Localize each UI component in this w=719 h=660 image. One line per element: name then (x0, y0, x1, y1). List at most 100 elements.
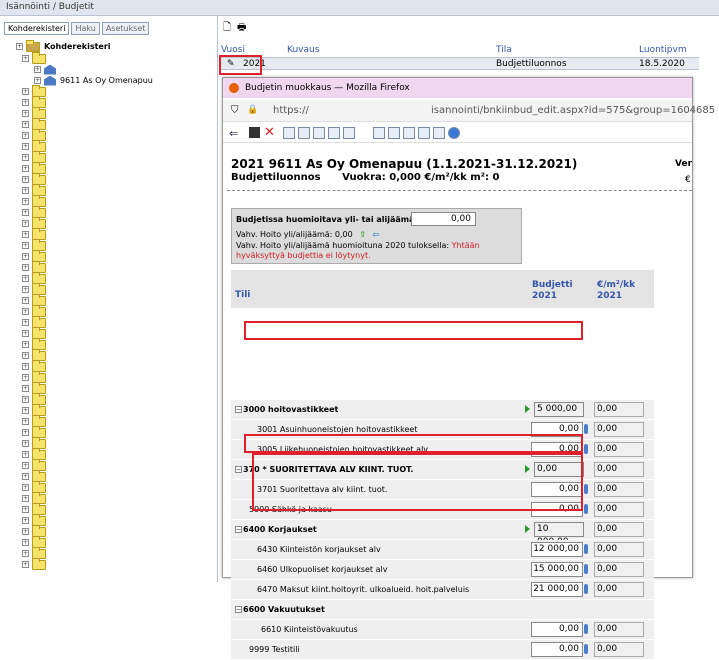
tree-item[interactable]: + (16, 106, 216, 119)
tree-item[interactable]: + (16, 139, 216, 152)
expand-icon[interactable]: + (22, 396, 29, 403)
expand-icon[interactable]: + (22, 209, 29, 216)
save-icon[interactable] (249, 127, 260, 138)
expand-icon[interactable]: + (22, 528, 29, 535)
expand-icon[interactable]: + (22, 319, 29, 326)
tree-item[interactable]: + (16, 480, 216, 493)
expand-icon[interactable]: + (22, 550, 29, 557)
tree-item[interactable]: + (16, 238, 216, 251)
expand-icon[interactable]: + (22, 253, 29, 260)
expand-icon[interactable]: + (34, 66, 41, 73)
col-header-desc[interactable]: Kuvaus (287, 45, 319, 55)
tree-item[interactable]: + (16, 502, 216, 515)
expand-icon[interactable]: + (22, 385, 29, 392)
tree-item[interactable]: + (16, 326, 216, 339)
tree-item[interactable]: + (16, 557, 216, 570)
copy-icon[interactable] (403, 127, 415, 139)
expand-icon[interactable]: + (22, 418, 29, 425)
left-arrow-icon[interactable]: ⇦ (373, 230, 380, 239)
back-arrow-icon[interactable]: ⇐ (229, 127, 238, 140)
expand-icon[interactable]: + (16, 43, 23, 50)
delete-icon[interactable]: ✕ (264, 125, 275, 140)
sort-icon[interactable] (373, 127, 385, 139)
play-arrow-icon[interactable] (525, 525, 530, 533)
tree-item[interactable]: + (16, 271, 216, 284)
collapse-icon[interactable]: − (235, 606, 242, 613)
budget-input[interactable]: 0,00 (531, 622, 583, 637)
tree-item[interactable]: + (16, 370, 216, 383)
expand-icon[interactable]: + (22, 440, 29, 447)
expand-icon[interactable]: + (22, 352, 29, 359)
col-header-created[interactable]: Luontipvm (639, 45, 687, 55)
tab-haku[interactable]: Haku (71, 22, 100, 35)
tree-item[interactable]: + (16, 403, 216, 416)
play-arrow-icon[interactable] (525, 405, 530, 413)
url-bar[interactable]: ⛉ 🔒 https:// isannointi/bnkiinbud_edit.a… (223, 100, 715, 122)
expand-icon[interactable]: + (22, 55, 29, 62)
info-icon[interactable] (448, 127, 460, 139)
expand-icon[interactable]: + (22, 88, 29, 95)
tree-item[interactable]: + (16, 447, 216, 460)
tree-item[interactable]: + (16, 458, 216, 471)
tree-item[interactable]: + (16, 293, 216, 306)
expand-icon[interactable]: + (22, 429, 29, 436)
grid-icon[interactable] (298, 127, 310, 139)
tree-root[interactable]: + Kohderekisteri (16, 39, 216, 53)
tree-item[interactable]: + (16, 216, 216, 229)
database-icon[interactable] (584, 644, 588, 654)
budget-input[interactable]: 12 000,00 (531, 542, 583, 557)
report-icon[interactable] (328, 127, 340, 139)
tree-item[interactable]: + (16, 524, 216, 537)
tree-item[interactable]: + (16, 414, 216, 427)
print-icon[interactable]: 🖶 (237, 20, 246, 37)
expand-icon[interactable]: + (22, 242, 29, 249)
tree-item[interactable]: + (16, 315, 216, 328)
tree-item[interactable]: + (16, 51, 216, 64)
chart-icon[interactable] (313, 127, 325, 139)
expand-icon[interactable]: + (22, 286, 29, 293)
tree-item[interactable]: + (16, 348, 216, 361)
tree-item[interactable]: + (16, 128, 216, 141)
tree-item[interactable]: + (16, 64, 216, 75)
database-icon[interactable] (584, 484, 588, 494)
expand-icon[interactable]: + (22, 407, 29, 414)
expand-icon[interactable]: + (34, 77, 41, 84)
expand-icon[interactable]: + (22, 506, 29, 513)
tree-item[interactable]: + (16, 150, 216, 163)
tree-item[interactable]: + (16, 546, 216, 559)
expand-icon[interactable]: + (22, 495, 29, 502)
expand-icon[interactable]: + (22, 220, 29, 227)
expand-icon[interactable]: + (22, 231, 29, 238)
surplus-input[interactable]: 0,00 (411, 212, 476, 226)
tree-item[interactable]: + (16, 359, 216, 372)
expand-icon[interactable]: + (22, 132, 29, 139)
paste-icon[interactable] (418, 127, 430, 139)
budget-input[interactable]: 21 000,00 (531, 582, 583, 597)
new-document-icon[interactable]: 🗋 (223, 20, 231, 37)
expand-icon[interactable]: + (22, 484, 29, 491)
expand-icon[interactable]: + (22, 330, 29, 337)
tree-item[interactable]: + (16, 282, 216, 295)
tree-item[interactable]: + (16, 260, 216, 273)
tree-item[interactable]: + (16, 337, 216, 350)
tree-item[interactable]: + (16, 205, 216, 218)
expand-icon[interactable]: + (22, 110, 29, 117)
expand-icon[interactable]: + (22, 473, 29, 480)
tree-item[interactable]: + (16, 227, 216, 240)
expand-icon[interactable]: + (22, 275, 29, 282)
shield-icon[interactable]: ⛉ (231, 105, 239, 116)
database-icon[interactable] (584, 624, 588, 634)
tree-item[interactable]: + (16, 436, 216, 449)
expand-icon[interactable]: + (22, 517, 29, 524)
tree-item[interactable]: + (16, 249, 216, 262)
tree-item[interactable]: + (16, 491, 216, 504)
tree-item[interactable]: + (16, 535, 216, 548)
expand-icon[interactable]: + (22, 297, 29, 304)
tree-item[interactable]: + (16, 194, 216, 207)
collapse-icon[interactable]: − (235, 406, 242, 413)
tree-item[interactable]: + (16, 95, 216, 108)
budget-row[interactable]: ✎ 2021 Budjettiluonnos 18.5.2020 (221, 57, 699, 70)
tree-item[interactable]: + (16, 172, 216, 185)
print-icon-2[interactable] (388, 127, 400, 139)
tree-item-property[interactable]: +9611 As Oy Omenapuu (16, 75, 216, 86)
